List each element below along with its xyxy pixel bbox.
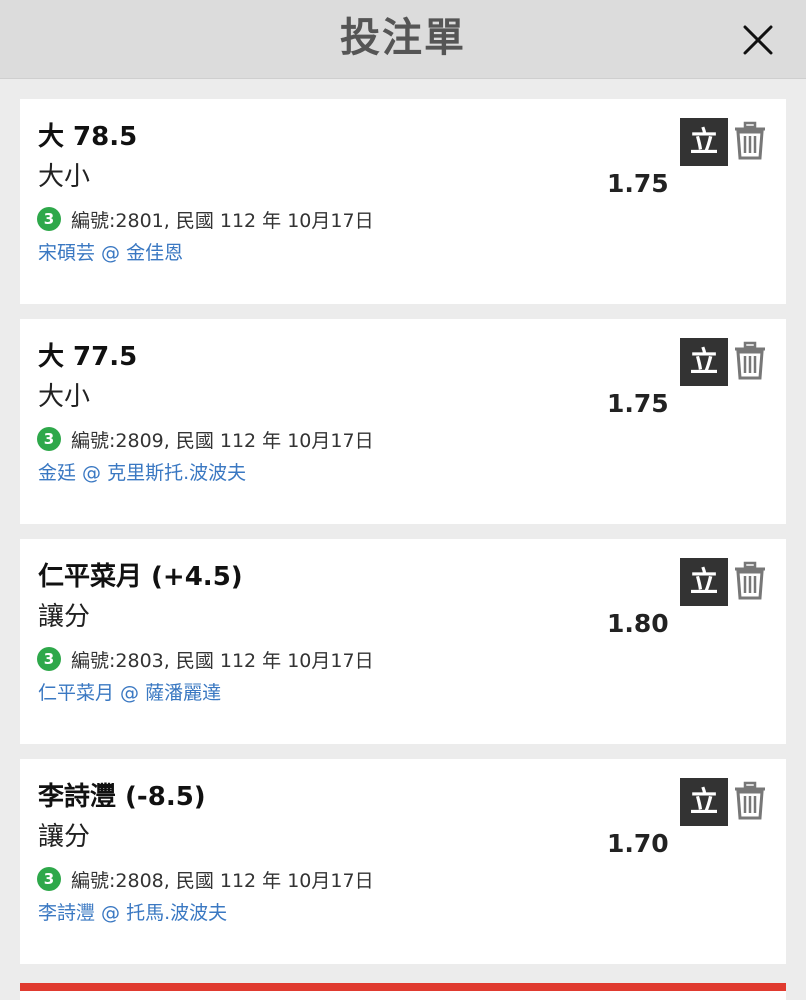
match-teams-link[interactable]: 金廷 @ 克里斯托.波波夫	[38, 459, 246, 487]
match-teams-link[interactable]: 宋碩芸 @ 金佳恩	[38, 239, 183, 267]
delete-bet-button[interactable]	[732, 341, 768, 381]
number-badge: 3	[37, 207, 61, 231]
next-panel-edge	[20, 991, 786, 1000]
bet-meta: 編號:2809, 民國 112 年 10月17日	[71, 429, 374, 452]
bet-meta-row: 3 編號:2803, 民國 112 年 10月17日	[37, 645, 374, 673]
betslip-header: 投注單	[0, 0, 806, 79]
bet-card: 仁平菜月 (+4.5) 讓分 1.80 3 編號:2803, 民國 112 年 …	[20, 539, 786, 744]
bet-list: 大 78.5 大小 1.75 3 編號:2801, 民國 112 年 10月17…	[20, 99, 786, 979]
bet-meta: 編號:2801, 民國 112 年 10月17日	[71, 209, 374, 232]
bet-odds: 1.70	[607, 829, 669, 858]
number-badge: 3	[37, 647, 61, 671]
number-badge: 3	[37, 867, 61, 891]
close-icon	[743, 25, 773, 55]
bet-meta-row: 3 編號:2801, 民國 112 年 10月17日	[37, 205, 374, 233]
bet-market: 大小	[38, 382, 91, 412]
bet-market: 讓分	[38, 822, 91, 852]
bet-meta: 編號:2803, 民國 112 年 10月17日	[71, 649, 374, 672]
delete-bet-button[interactable]	[732, 781, 768, 821]
trash-icon	[735, 781, 765, 820]
bet-selection: 大 78.5	[38, 122, 138, 152]
bet-selection: 李詩灃 (-8.5)	[38, 782, 206, 812]
instant-bet-button[interactable]: 立	[680, 778, 728, 826]
bet-meta: 編號:2808, 民國 112 年 10月17日	[71, 869, 374, 892]
close-button[interactable]	[738, 20, 778, 60]
bet-meta-row: 3 編號:2809, 民國 112 年 10月17日	[37, 425, 374, 453]
delete-bet-button[interactable]	[732, 121, 768, 161]
trash-icon	[735, 561, 765, 600]
bet-selection: 仁平菜月 (+4.5)	[38, 562, 243, 592]
instant-bet-button[interactable]: 立	[680, 338, 728, 386]
match-teams-link[interactable]: 李詩灃 @ 托馬.波波夫	[38, 899, 227, 927]
bet-meta-row: 3 編號:2808, 民國 112 年 10月17日	[37, 865, 374, 893]
bet-card: 大 77.5 大小 1.75 3 編號:2809, 民國 112 年 10月17…	[20, 319, 786, 524]
accent-bar	[20, 983, 786, 991]
bet-card: 李詩灃 (-8.5) 讓分 1.70 3 編號:2808, 民國 112 年 1…	[20, 759, 786, 964]
bet-odds: 1.75	[607, 389, 669, 418]
delete-bet-button[interactable]	[732, 561, 768, 601]
bet-card: 大 78.5 大小 1.75 3 編號:2801, 民國 112 年 10月17…	[20, 99, 786, 304]
bet-odds: 1.75	[607, 169, 669, 198]
trash-icon	[735, 341, 765, 380]
instant-bet-button[interactable]: 立	[680, 118, 728, 166]
bet-market: 大小	[38, 162, 91, 192]
trash-icon	[735, 121, 765, 160]
page-title: 投注單	[340, 15, 466, 61]
number-badge: 3	[37, 427, 61, 451]
match-teams-link[interactable]: 仁平菜月 @ 薩潘麗達	[38, 679, 221, 707]
bet-selection: 大 77.5	[38, 342, 138, 372]
instant-bet-button[interactable]: 立	[680, 558, 728, 606]
bet-market: 讓分	[38, 602, 91, 632]
bet-odds: 1.80	[607, 609, 669, 638]
